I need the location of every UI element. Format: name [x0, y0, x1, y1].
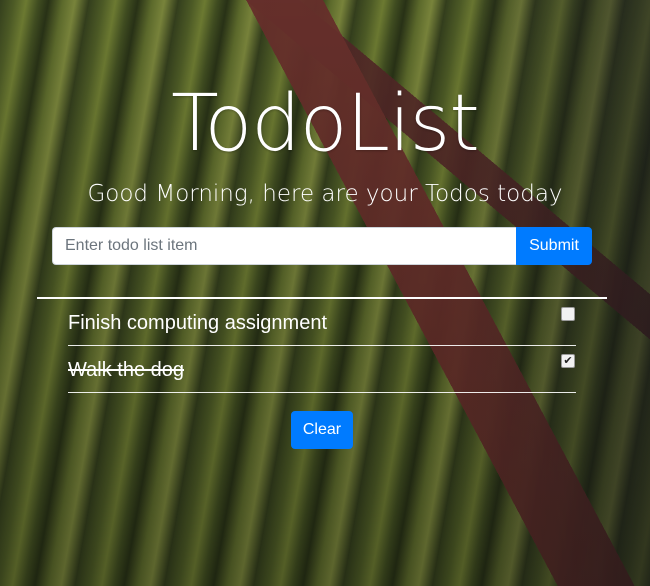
todo-checkbox[interactable]: ✔ — [561, 354, 575, 368]
greeting-subtitle: Good Morning, here are your Todos today — [87, 181, 563, 207]
submit-button[interactable]: Submit — [516, 227, 592, 265]
todo-item: Finish computing assignment — [68, 299, 576, 346]
page-title: TodoList — [171, 79, 480, 169]
todo-text: Finish computing assignment — [68, 312, 328, 334]
todo-checkbox[interactable] — [561, 307, 575, 321]
clear-button[interactable]: Clear — [291, 411, 353, 449]
todo-input[interactable] — [52, 227, 516, 265]
todo-form: Submit — [52, 227, 592, 265]
todo-item: Walk the dog ✔ — [68, 346, 576, 393]
todo-text: Walk the dog — [68, 359, 184, 381]
todo-app: TodoList Good Morning, here are your Tod… — [0, 0, 650, 586]
todo-list: Finish computing assignment Walk the dog… — [68, 299, 576, 393]
checkmark-icon: ✔ — [563, 354, 573, 367]
